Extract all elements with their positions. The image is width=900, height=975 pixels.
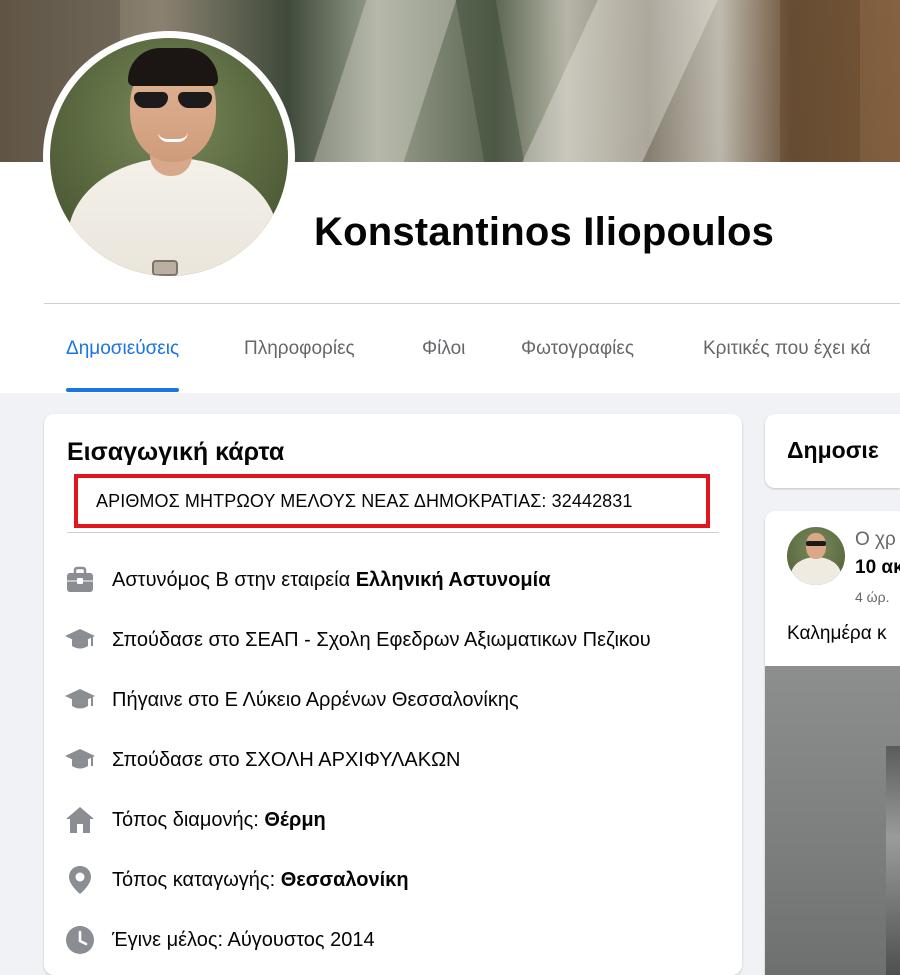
post-image[interactable] [765,666,900,975]
intro-item-residence: Τόπος διαμονής: Θέρμη [64,800,724,840]
intro-item-text: Σπούδασε στο ΣΧΟΛΗ ΑΡΧΙΦΥΛΑΚΩΝ [112,749,461,771]
profile-header: Konstantinos Iliopoulos Δημοσιεύσεις Πλη… [0,0,900,393]
posts-header-card: Δημοσιε [765,414,900,488]
intro-item-education: Σπούδασε στο ΣΧΟΛΗ ΑΡΧΙΦΥΛΑΚΩΝ [64,740,724,780]
intro-item-education: Πήγαινε στο Ε Λύκειο Αρρένων Θεσσαλονίκη… [64,680,724,720]
tab-photos[interactable]: Φωτογραφίες [521,304,634,393]
tab-reviews[interactable]: Κριτικές που έχει κά [703,304,871,393]
intro-item-joined: Έγινε μέλος: Αύγουστος 2014 [64,920,724,960]
post-date[interactable]: 10 ακ [855,557,900,579]
intro-item-text: Πήγαινε στο Ε Λύκειο Αρρένων Θεσσαλονίκη… [112,689,519,711]
intro-card: Εισαγωγική κάρτα ΑΡΙΘΜΟΣ ΜΗΤΡΩΟΥ ΜΕΛΟΥΣ … [44,414,742,975]
intro-item-bold[interactable]: Ελληνική Αστυνομία [356,569,551,591]
intro-item-work: Αστυνόμος Β στην εταιρεία Ελληνική Αστυν… [64,560,724,600]
post-timestamp[interactable]: 4 ώρ. [855,589,889,605]
post-card: Ο χρ 10 ακ 4 ώρ. Καλημέρα κ [765,511,900,975]
profile-tabs: Δημοσιεύσεις Πληροφορίες Φίλοι Φωτογραφί… [44,304,900,393]
graduation-cap-icon [64,744,96,776]
intro-item-text: Τόπος καταγωγής: [112,869,281,891]
intro-title: Εισαγωγική κάρτα [67,438,285,466]
graduation-cap-icon [64,624,96,656]
avatar[interactable] [787,527,845,585]
intro-item-bold[interactable]: Θεσσαλονίκη [281,869,409,891]
intro-item-text: Αστυνόμος Β στην εταιρεία [112,569,356,591]
clock-icon [64,924,96,956]
tab-about[interactable]: Πληροφορίες [244,304,355,393]
tab-posts[interactable]: Δημοσιεύσεις [66,304,180,393]
intro-item-education: Σπούδασε στο ΣΕΑΠ - Σχολη Εφεδρων Αξιωμα… [64,620,724,660]
graduation-cap-icon [64,684,96,716]
intro-divider [67,532,719,533]
intro-item-text: Τόπος διαμονής: [112,809,265,831]
home-icon [64,804,96,836]
intro-item-bold[interactable]: Θέρμη [264,809,325,831]
intro-item-text: Έγινε μέλος: Αύγουστος 2014 [112,929,375,951]
intro-item-hometown: Τόπος καταγωγής: Θεσσαλονίκη [64,860,724,900]
tab-friends[interactable]: Φίλοι [422,304,465,393]
highlight-box: ΑΡΙΘΜΟΣ ΜΗΤΡΩΟΥ ΜΕΛΟΥΣ ΝΕΑΣ ΔΗΜΟΚΡΑΤΙΑΣ:… [74,474,710,528]
intro-item-text: Σπούδασε στο ΣΕΑΠ - Σχολη Εφεδρων Αξιωμα… [112,629,651,651]
posts-header-title: Δημοσιε [787,437,879,463]
profile-name: Konstantinos Iliopoulos [314,210,775,254]
briefcase-icon [64,564,96,596]
post-body-text: Καλημέρα κ [787,623,887,644]
profile-picture[interactable] [50,38,288,276]
post-author[interactable]: Ο χρ [855,529,896,551]
location-pin-icon [64,864,96,896]
party-membership-text: ΑΡΙΘΜΟΣ ΜΗΤΡΩΟΥ ΜΕΛΟΥΣ ΝΕΑΣ ΔΗΜΟΚΡΑΤΙΑΣ:… [96,491,633,511]
